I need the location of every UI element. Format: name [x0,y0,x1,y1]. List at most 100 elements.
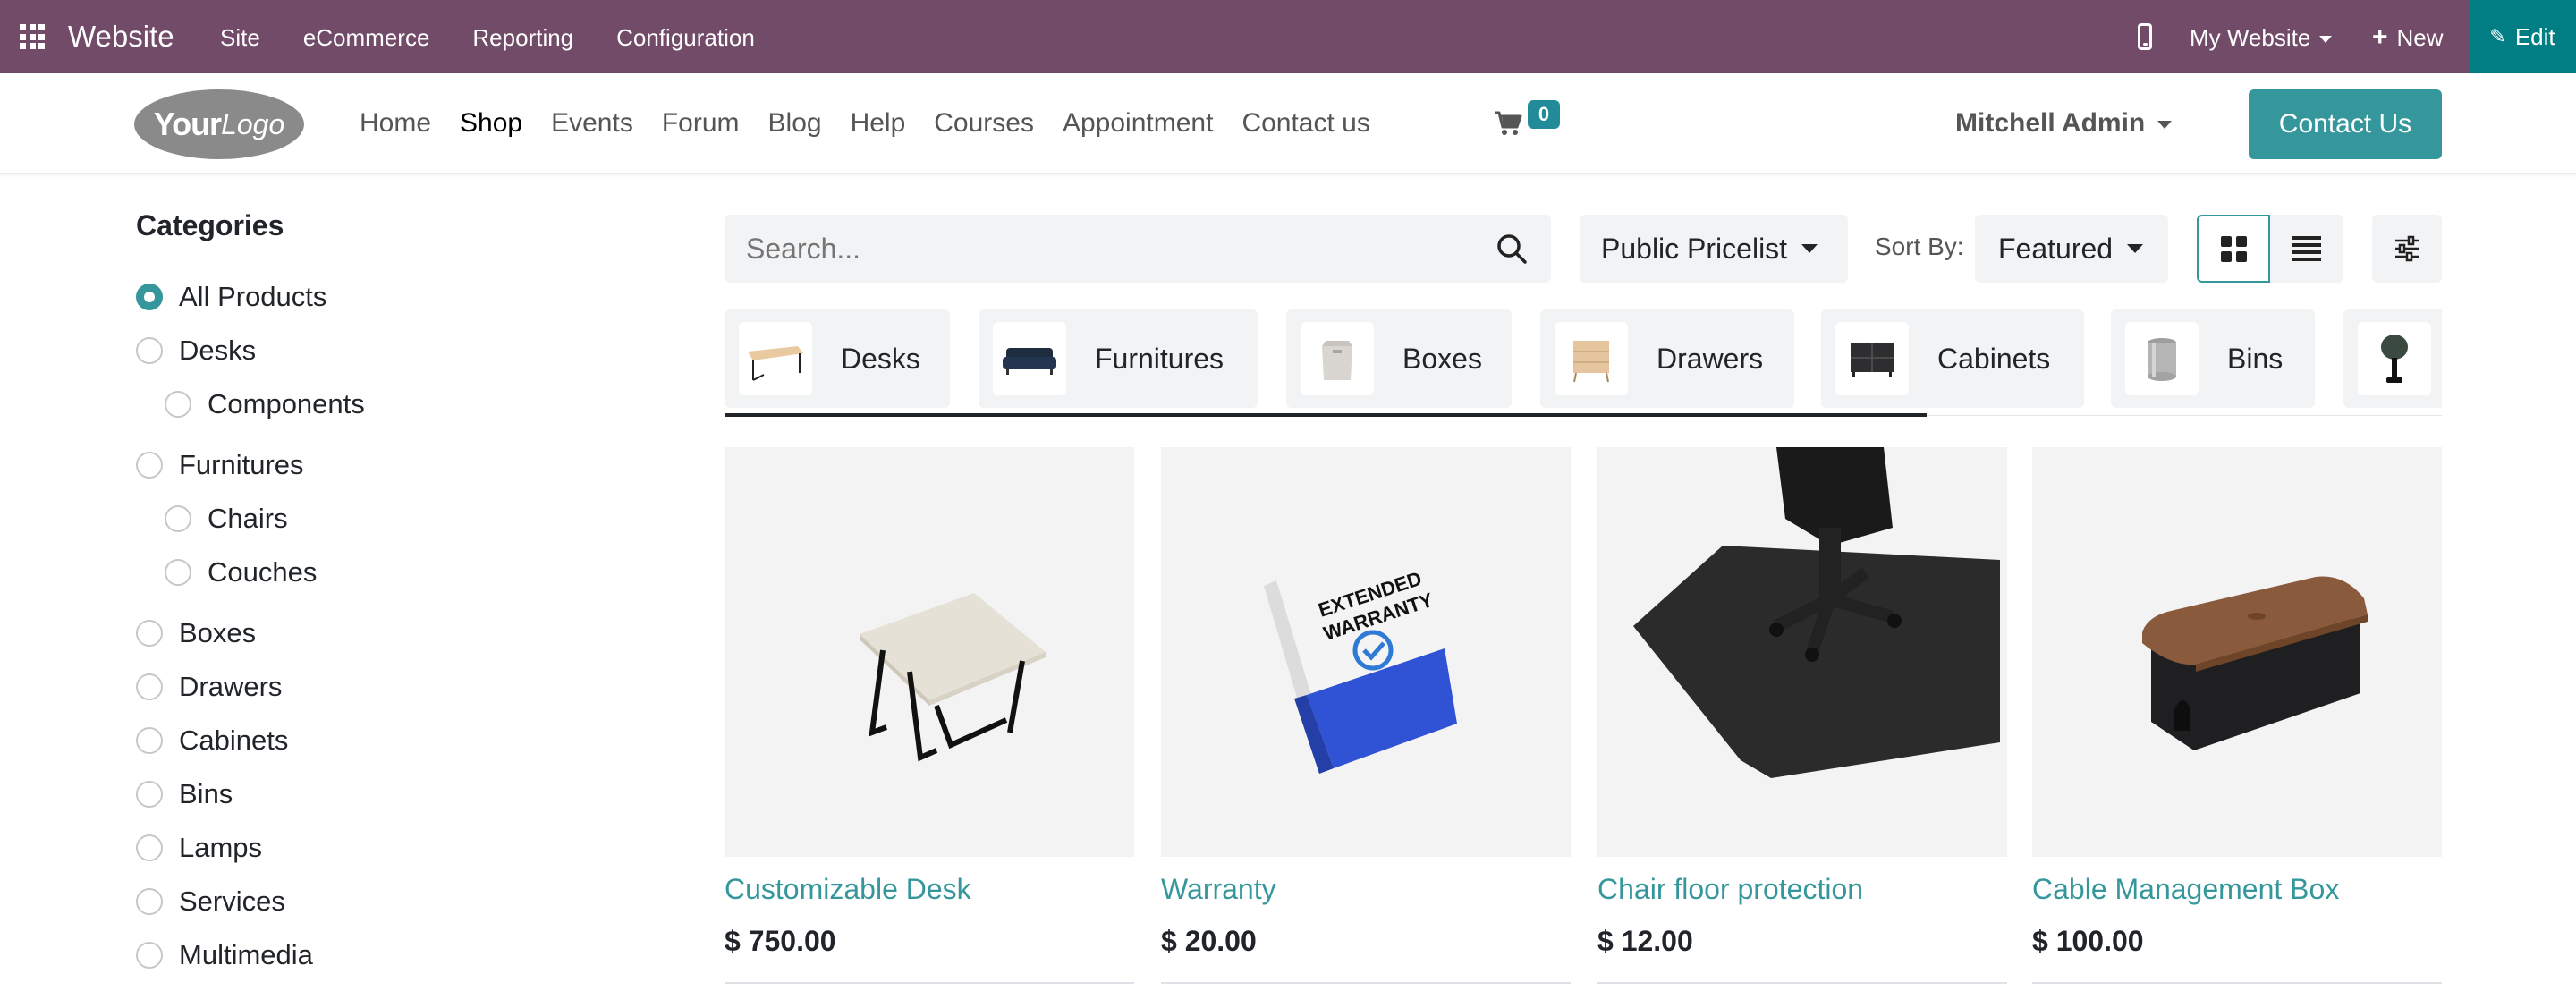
grid-view-button[interactable] [2197,215,2270,283]
category-drawers[interactable]: Drawers [136,671,282,703]
website-switcher[interactable]: My Website [2190,23,2333,52]
product-name[interactable]: Cable Management Box [2032,873,2339,906]
product-card[interactable]: Customizable Desk $ 750.00 [724,447,1134,984]
category-multimedia[interactable]: Multimedia [136,939,313,971]
site-logo[interactable]: Your Logo [134,89,304,159]
admin-menu-configuration[interactable]: Configuration [616,23,755,52]
product-name[interactable]: Chair floor protection [1597,873,1863,906]
cart-icon[interactable] [1494,111,1522,136]
desk-image[interactable] [724,447,1134,857]
category-label: Desks [179,335,257,366]
edit-button[interactable]: ✎ Edit [2469,0,2576,73]
radio-checked-icon[interactable] [136,284,163,310]
cabinet-thumbnail-icon [1835,322,1909,395]
admin-brand[interactable]: Website [68,20,174,54]
category-couches[interactable]: Couches [165,556,317,589]
category-boxes[interactable]: Boxes [136,617,256,649]
category-chip-furnitures[interactable]: Furnitures [979,309,1258,408]
site-nav: Home Shop Events Forum Blog Help Courses… [360,107,1399,140]
search-icon[interactable] [1496,233,1528,265]
category-chairs[interactable]: Chairs [165,503,288,535]
nav-events[interactable]: Events [551,107,633,140]
box-thumbnail-icon [1301,322,1374,395]
user-menu[interactable]: Mitchell Admin [1955,107,2173,140]
product-card[interactable]: Chair floor protection $ 12.00 [1597,447,2007,984]
radio-icon[interactable] [136,834,163,861]
radio-icon[interactable] [165,505,191,532]
category-components[interactable]: Components [165,388,365,420]
category-label: Cabinets [179,724,289,756]
category-label: Couches [208,556,318,588]
nav-forum[interactable]: Forum [662,107,740,140]
category-cabinets[interactable]: Cabinets [136,724,288,757]
admin-menu-reporting[interactable]: Reporting [472,23,573,52]
radio-icon[interactable] [136,337,163,364]
radio-icon[interactable] [165,391,191,418]
radio-icon[interactable] [136,727,163,754]
radio-icon[interactable] [136,673,163,700]
category-desks[interactable]: Desks [136,335,256,367]
admin-menu-site[interactable]: Site [220,23,260,52]
search-input[interactable] [724,232,1458,266]
radio-icon[interactable] [136,888,163,915]
category-chip-desks[interactable]: Desks [724,309,950,408]
nav-home[interactable]: Home [360,107,431,140]
radio-icon[interactable] [136,620,163,647]
category-furnitures[interactable]: Furnitures [136,449,304,481]
floor-mat-image[interactable] [1597,447,2007,857]
radio-icon[interactable] [165,559,191,586]
radio-icon[interactable] [136,942,163,969]
caret-down-icon [2157,120,2173,129]
plus-icon: + [2372,22,2388,52]
category-carousel-scrollbar[interactable] [724,413,1927,417]
sort-dropdown[interactable]: Featured [1975,215,2168,283]
category-chip-bins[interactable]: Bins [2111,309,2315,408]
category-chip-drawers[interactable]: Drawers [1540,309,1794,408]
apps-grid-icon[interactable] [20,24,45,49]
caret-down-icon [2127,244,2144,253]
product-card[interactable]: EXTENDED WARRANTY Warranty $ 20.00 [1161,447,1571,984]
admin-menu-ecommerce[interactable]: eCommerce [303,23,430,52]
category-bins[interactable]: Bins [136,778,233,810]
category-label: Boxes [179,617,257,648]
category-label: Lamps [179,832,263,863]
category-lamps[interactable]: Lamps [136,832,262,864]
new-button[interactable]: + New [2372,23,2444,52]
category-chip-label: Furnitures [1095,342,1224,375]
filter-options-button[interactable] [2372,215,2442,283]
radio-icon[interactable] [136,452,163,479]
logo-text-bold: Your [153,106,222,142]
category-label: Furnitures [179,449,304,480]
nav-appointment[interactable]: Appointment [1063,107,1213,140]
nav-help[interactable]: Help [851,107,906,140]
contact-us-button[interactable]: Contact Us [2249,89,2442,159]
category-all-products[interactable]: All Products [136,281,326,313]
product-price: $ 12.00 [1597,925,1693,957]
product-card[interactable]: Cable Management Box $ 100.00 [2032,447,2442,984]
category-chip-cabinets[interactable]: Cabinets [1821,309,2084,408]
radio-icon[interactable] [136,781,163,808]
product-name[interactable]: Customizable Desk [724,873,971,906]
product-price: $ 20.00 [1161,925,1257,957]
site-header: Your Logo Home Shop Events Forum Blog Hel… [0,73,2576,174]
list-view-button[interactable] [2270,215,2343,283]
category-chip-label: Bins [2227,342,2284,375]
pricelist-dropdown[interactable]: Public Pricelist [1580,215,1848,283]
product-search [724,215,1551,283]
category-services[interactable]: Services [136,885,285,918]
category-chip-boxes[interactable]: Boxes [1286,309,1512,408]
sofa-thumbnail-icon [993,322,1066,395]
nav-shop[interactable]: Shop [460,107,522,140]
nav-contact-us[interactable]: Contact us [1241,107,1369,140]
warranty-box-image[interactable]: EXTENDED WARRANTY [1161,447,1571,857]
cable-box-image[interactable] [2032,447,2442,857]
nav-courses[interactable]: Courses [934,107,1034,140]
nav-blog[interactable]: Blog [768,107,822,140]
category-label: All Products [179,281,327,312]
category-carousel: Desks Furnitures Boxes Drawers Cabinets … [724,309,2442,417]
desk-thumbnail-icon [739,322,812,395]
mobile-preview-icon[interactable] [2138,23,2152,50]
product-name[interactable]: Warranty [1161,873,1276,906]
website-switcher-label: My Website [2190,24,2311,51]
category-chip-lamps[interactable] [2343,309,2442,408]
